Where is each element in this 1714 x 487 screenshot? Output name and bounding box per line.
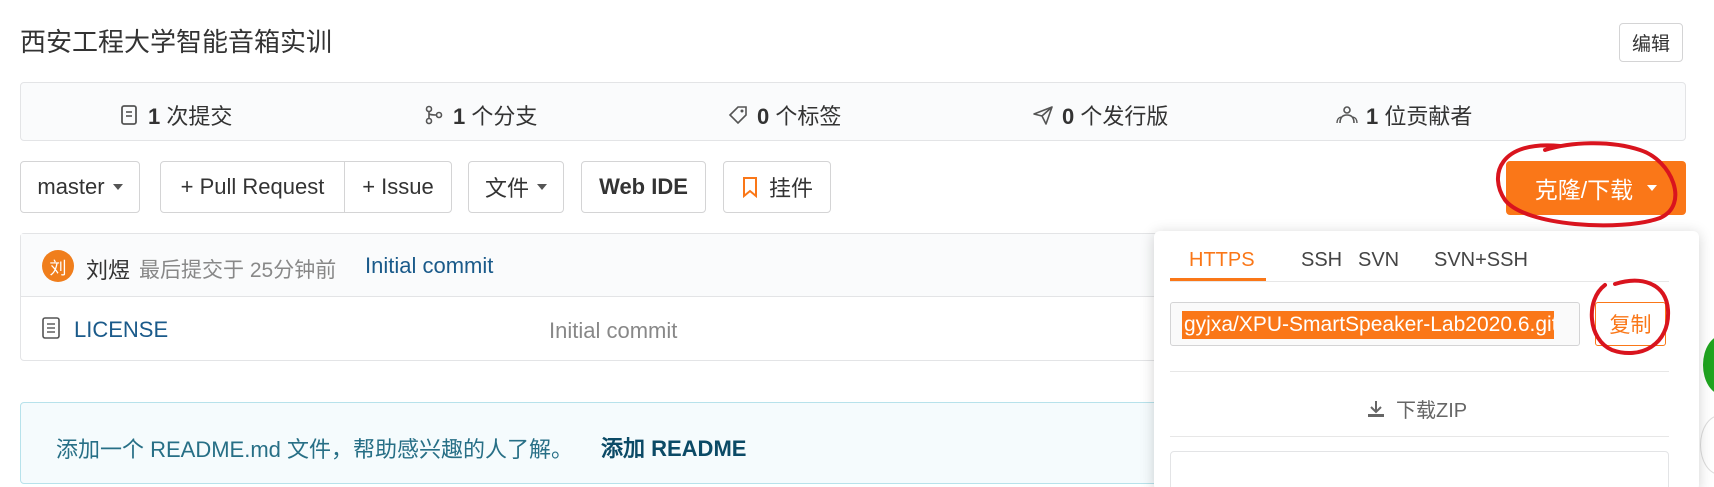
tab-svn-ssh[interactable]: SVN+SSH <box>1434 249 1528 272</box>
files-menu[interactable]: 文件 <box>468 161 564 213</box>
stat-tags[interactable]: 0 个标签 <box>727 99 841 131</box>
web-ide-button[interactable]: Web IDE <box>581 161 706 213</box>
clone-url-text: gyjxa/XPU-SmartSpeaker-Lab2020.6.git <box>1182 311 1554 339</box>
stat-label: 位贡献者 <box>1384 104 1473 129</box>
file-table: 刘 刘煜 最后提交于 25分钟前 Initial commit LICENSE … <box>20 233 1240 361</box>
stat-count: 1 <box>1366 104 1379 129</box>
clone-url-field[interactable]: gyjxa/XPU-SmartSpeaker-Lab2020.6.git <box>1170 302 1580 346</box>
files-label: 文件 <box>484 176 529 201</box>
commit-time: 最后提交于 25分钟前 <box>139 259 337 282</box>
copy-button[interactable]: 复制 <box>1595 302 1666 346</box>
release-icon <box>1033 106 1053 125</box>
stat-label: 个发行版 <box>1080 104 1169 129</box>
divider <box>1170 371 1669 372</box>
chevron-down-icon <box>537 184 547 190</box>
commit-author[interactable]: 刘煜 <box>86 253 130 285</box>
active-tab-indicator <box>1170 278 1266 281</box>
stat-count: 1 <box>148 104 161 129</box>
avatar[interactable]: 刘 <box>42 250 74 282</box>
chevron-down-icon <box>1647 185 1658 191</box>
chevron-down-icon <box>112 184 123 190</box>
tab-ssh[interactable]: SSH <box>1301 249 1342 272</box>
stat-label: 个标签 <box>775 104 842 129</box>
readme-notice: 添加一个 README.md 文件，帮助感兴趣的人了解。 添加 README <box>20 402 1240 484</box>
bookmark-icon <box>742 177 757 198</box>
download-zip-label: 下载ZIP <box>1396 400 1468 422</box>
tab-svn[interactable]: SVN <box>1358 249 1399 272</box>
branch-select[interactable]: master <box>20 161 140 213</box>
file-icon <box>42 317 60 339</box>
widget-button[interactable]: 挂件 <box>723 161 831 213</box>
repo-title: 西安工程大学智能音箱实训 <box>20 27 333 57</box>
table-row: LICENSE Initial commit <box>21 297 1239 361</box>
add-readme-link[interactable]: 添加 README <box>601 431 746 463</box>
file-name[interactable]: LICENSE <box>74 317 168 343</box>
repo-stats-bar: 1 次提交 1 个分支 0 个标签 0 个发行版 1 位贡献者 <box>20 82 1686 141</box>
last-commit-row: 刘 刘煜 最后提交于 25分钟前 Initial commit <box>21 234 1239 297</box>
tab-https[interactable]: HTTPS <box>1189 249 1255 272</box>
clone-label: 克隆/下载 <box>1534 177 1634 203</box>
commit-icon <box>121 105 137 125</box>
stat-label: 次提交 <box>166 104 233 129</box>
tabs-divider <box>1170 281 1669 282</box>
stat-releases[interactable]: 0 个发行版 <box>1032 99 1168 131</box>
floating-chat-button[interactable] <box>1703 335 1714 395</box>
readme-notice-text: 添加一个 README.md 文件，帮助感兴趣的人了解。 <box>56 437 574 462</box>
download-zip-button[interactable]: 下载ZIP <box>1366 394 1467 423</box>
stat-branches[interactable]: 1 个分支 <box>423 99 537 131</box>
contributors-icon <box>1336 106 1358 124</box>
clone-download-button[interactable]: 克隆/下载 <box>1506 161 1686 215</box>
stat-contributors[interactable]: 1 位贡献者 <box>1336 99 1472 131</box>
floating-help-button[interactable] <box>1700 415 1714 475</box>
stat-count: 0 <box>757 104 770 129</box>
edit-button[interactable]: 编辑 <box>1619 23 1683 62</box>
widget-label: 挂件 <box>768 176 813 201</box>
pull-request-button[interactable]: + Pull Request <box>160 161 345 213</box>
file-commit-message[interactable]: Initial commit <box>549 318 677 344</box>
dropdown-footer-box <box>1170 451 1669 487</box>
commit-message[interactable]: Initial commit <box>365 253 493 279</box>
stat-count: 1 <box>453 104 466 129</box>
branch-icon <box>425 105 443 125</box>
stat-label: 个分支 <box>471 104 538 129</box>
stat-count: 0 <box>1062 104 1075 129</box>
tag-icon <box>728 106 747 125</box>
download-icon <box>1368 400 1384 417</box>
divider <box>1170 436 1669 437</box>
clone-dropdown: HTTPS SSH SVN SVN+SSH gyjxa/XPU-SmartSpe… <box>1154 231 1699 487</box>
stat-commits[interactable]: 1 次提交 <box>118 99 232 131</box>
branch-label: master <box>37 174 105 199</box>
issue-button[interactable]: + Issue <box>344 161 452 213</box>
